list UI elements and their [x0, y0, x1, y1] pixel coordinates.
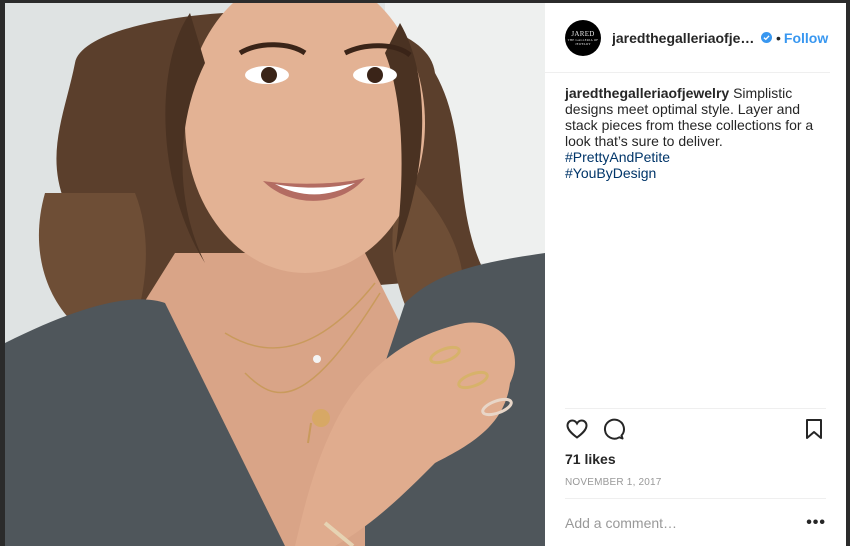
avatar-brand: JARED [571, 29, 595, 38]
post-date[interactable]: NOVEMBER 1, 2017 [565, 477, 826, 498]
post-photo[interactable] [5, 3, 545, 546]
caption-username[interactable]: jaredthegalleriaofjewelry [565, 85, 729, 101]
post-actions-section: 71 likes NOVEMBER 1, 2017 [565, 408, 826, 498]
comment-icon[interactable] [601, 417, 625, 441]
comment-input[interactable] [565, 514, 807, 531]
post-caption: jaredthegalleriaofjewelry Simplistic des… [545, 73, 846, 181]
post-sidebar: JARED THE GALLERIA OF JEWELRY jaredthega… [545, 3, 846, 546]
add-comment-section: ••• [565, 498, 826, 546]
post-modal: JARED THE GALLERIA OF JEWELRY jaredthega… [5, 3, 846, 546]
post-header: JARED THE GALLERIA OF JEWELRY jaredthega… [545, 3, 830, 73]
action-bar [565, 409, 826, 449]
comments-area [545, 181, 846, 408]
header-username[interactable]: jaredthegalleriaofjew... [612, 30, 757, 46]
more-options-button[interactable]: ••• [806, 514, 826, 532]
avatar[interactable]: JARED THE GALLERIA OF JEWELRY [565, 19, 601, 56]
heart-icon[interactable] [565, 417, 589, 441]
hashtag-link[interactable]: #YouByDesign [565, 165, 656, 181]
bookmark-icon[interactable] [802, 417, 826, 441]
follow-button[interactable]: Follow [784, 30, 828, 46]
verified-badge-icon [761, 32, 772, 43]
avatar-brand-sub: THE GALLERIA OF JEWELRY [567, 37, 599, 46]
avatar-logo-text: JARED THE GALLERIA OF JEWELRY [565, 30, 601, 46]
header-separator: • [776, 29, 781, 46]
hashtag-link[interactable]: #PrettyAndPetite [565, 149, 670, 165]
likes-count[interactable]: 71 likes [565, 451, 826, 467]
photo-illustration [5, 3, 545, 546]
